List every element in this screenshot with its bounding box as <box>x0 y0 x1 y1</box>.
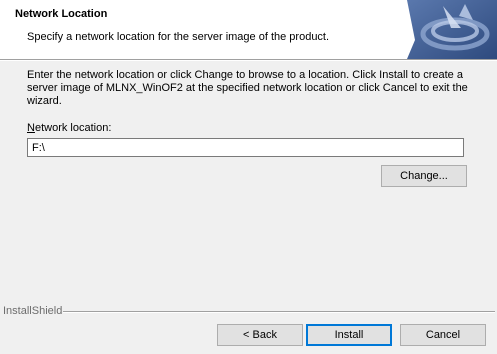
page-subtitle: Specify a network location for the serve… <box>27 31 330 43</box>
page-title: Network Location <box>15 8 108 20</box>
instructions-text: Enter the network location or click Chan… <box>27 69 468 107</box>
network-location-input[interactable] <box>27 138 464 157</box>
back-button[interactable]: < Back <box>217 324 303 346</box>
cancel-button[interactable]: Cancel <box>400 324 486 346</box>
network-location-label: Network location: <box>27 122 111 134</box>
header-panel: Network Location Specify a network locat… <box>0 0 497 59</box>
change-button[interactable]: Change... <box>381 165 467 187</box>
label-text: etwork location: <box>34 122 112 134</box>
installshield-brand: InstallShield <box>3 305 63 317</box>
label-mnemonic: N <box>27 122 35 134</box>
installshield-graphic-icon <box>407 0 497 59</box>
install-button[interactable]: Install <box>306 324 392 346</box>
